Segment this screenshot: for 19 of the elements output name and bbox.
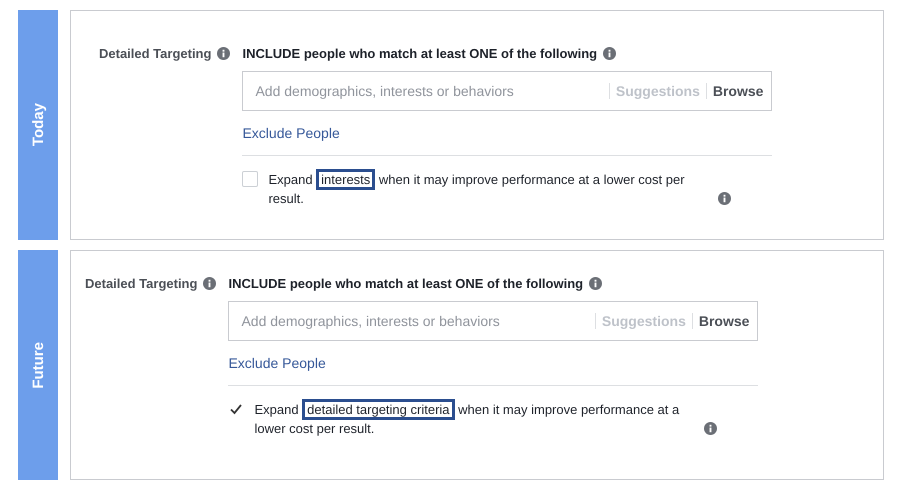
expand-option-text: Expand detailed targeting criteria when it may improve performance at a lower cost per result. [254,400,700,438]
info-icon [704,422,718,435]
field-label: Detailed Targeting [99,46,212,60]
expand-option-text: Expand interests when it may improve performance at a lower cost per result. [268,170,714,208]
section-heading: INCLUDE people who match at least ONE of the following [242,46,598,60]
exclude-people-link[interactable]: Exclude People [228,355,326,371]
info-icon [217,46,230,60]
browse-link[interactable]: Browse [698,313,750,329]
info-icon [718,192,732,205]
search-field[interactable]: Add demographics, interests or behaviors Suggestions Browse [228,301,758,341]
info-icon [589,276,602,290]
info-icon [603,46,616,60]
section-heading: INCLUDE people who match at least ONE of the following [228,276,584,290]
exclude-people-link[interactable]: Exclude People [242,125,340,141]
info-icon [203,276,216,290]
search-field[interactable]: Add demographics, interests or behaviors Suggestions Browse [242,71,772,111]
browse-link[interactable]: Browse [712,83,764,99]
field-label: Detailed Targeting [85,276,198,290]
checkbox[interactable] [242,171,258,187]
